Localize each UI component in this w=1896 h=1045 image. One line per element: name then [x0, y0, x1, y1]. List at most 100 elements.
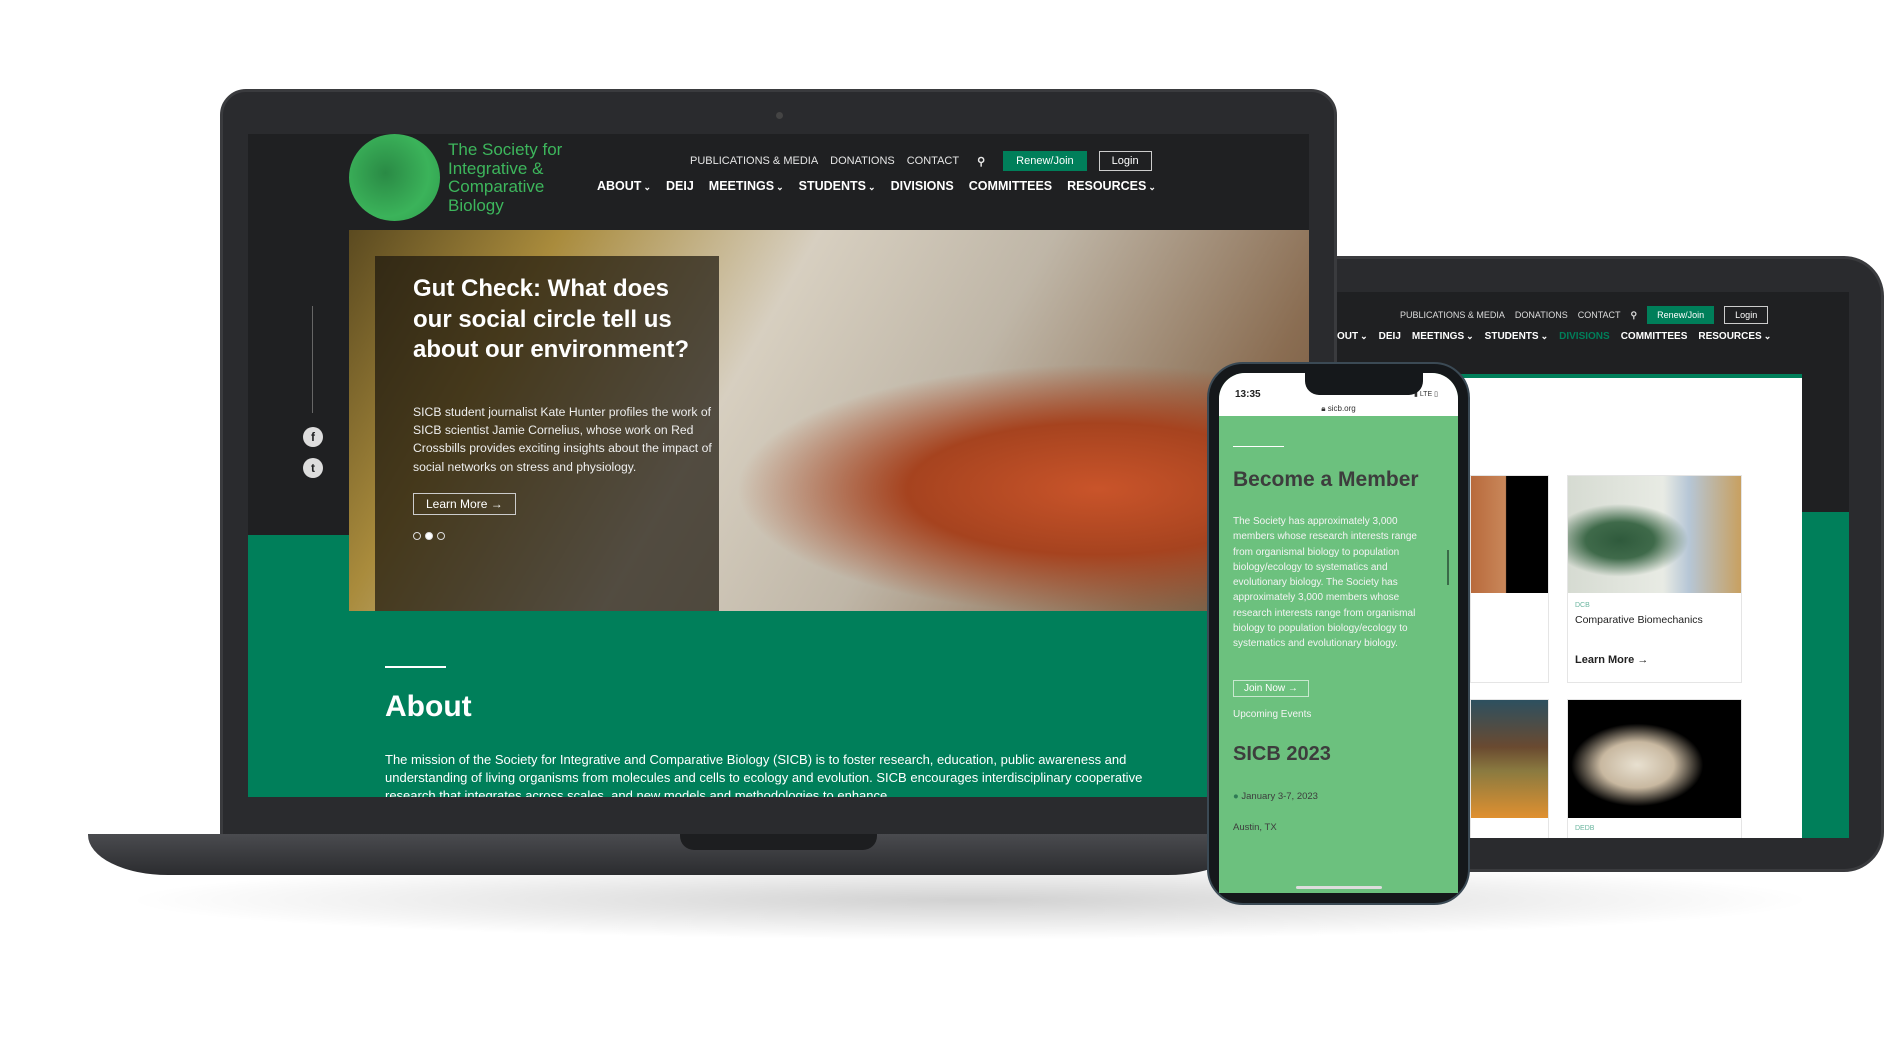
join-now-button[interactable]: Join Now →	[1233, 680, 1309, 697]
search-icon[interactable]: ⚲	[1631, 310, 1638, 321]
chevron-down-icon: ⌄	[643, 182, 651, 192]
lock-icon: 🔒︎	[1321, 404, 1326, 413]
facebook-icon[interactable]: f	[303, 427, 323, 447]
about-title: About	[385, 690, 472, 723]
search-icon[interactable]: ⚲	[977, 155, 985, 168]
social-divider	[312, 306, 313, 413]
hero-text: SICB student journalist Kate Hunter prof…	[413, 405, 712, 474]
card-tag: DCB	[1575, 602, 1590, 609]
section-rule	[385, 666, 446, 668]
nav-deij[interactable]: DEIJ	[666, 179, 694, 193]
about-text: The mission of the Society for Integrati…	[385, 752, 1143, 797]
tablet-main-nav: OUT ⌄ DEIJ MEETINGS ⌄ STUDENTS ⌄ DIVISIONS …	[1337, 331, 1771, 342]
nav-contact[interactable]: CONTACT	[1578, 310, 1621, 320]
nav-label: MEETINGS	[1411, 331, 1465, 342]
nav-label: MEETINGS	[708, 179, 775, 193]
nav-donations[interactable]: DONATIONS	[830, 155, 895, 167]
learn-more-button[interactable]: Learn More →	[413, 493, 516, 515]
laptop-screen: The Society for Integrative & Comparativ…	[248, 134, 1309, 797]
member-title: Become a Member	[1233, 468, 1419, 491]
tablet-top-nav: PUBLICATIONS & MEDIA DONATIONS CONTACT ⚲…	[1400, 306, 1769, 324]
login-button[interactable]: Login	[1098, 151, 1152, 171]
url-bar[interactable]: 🔒︎ sicb.org	[1219, 404, 1458, 414]
nav-committees[interactable]: COMMITTEES	[1621, 331, 1688, 342]
chevron-down-icon: ⌄	[868, 182, 876, 192]
arrow-right-icon: →	[490, 497, 503, 511]
nav-divisions[interactable]: DIVISIONS	[891, 179, 954, 193]
renew-join-button[interactable]: Renew/Join	[1003, 151, 1087, 171]
hero-title: Gut Check: What does our social circle t…	[413, 275, 689, 363]
carousel-dots	[413, 527, 449, 545]
division-card[interactable]: DCB Comparative Biomechanics Learn More …	[1567, 475, 1742, 683]
member-text: The Society has approximately 3,000 memb…	[1233, 516, 1417, 650]
division-card[interactable]: DEDB	[1567, 699, 1742, 838]
status-time: 13:35	[1235, 389, 1261, 400]
event-date: ● January 3-7, 2023	[1233, 791, 1318, 802]
nav-contact[interactable]: CONTACT	[907, 155, 959, 167]
nav-divisions-active[interactable]: DIVISIONS	[1559, 331, 1610, 342]
nav-publications[interactable]: PUBLICATIONS & MEDIA	[1400, 310, 1505, 320]
renew-join-button[interactable]: Renew/Join	[1647, 306, 1715, 324]
top-nav: PUBLICATIONS & MEDIA DONATIONS CONTACT ⚲…	[690, 151, 1152, 171]
url-text: sicb.org	[1327, 404, 1356, 413]
nav-deij[interactable]: DEIJ	[1379, 331, 1401, 342]
card-title: Comparative Biomechanics	[1575, 614, 1703, 626]
card-image	[1568, 700, 1741, 818]
nav-students[interactable]: STUDENTS ⌄	[1485, 331, 1548, 342]
laptop-base	[88, 834, 1248, 875]
nav-label: ABOUT	[597, 179, 642, 193]
section-rule	[1233, 446, 1284, 447]
card-image	[1471, 476, 1548, 593]
nav-committees[interactable]: COMMITTEES	[969, 179, 1052, 193]
chevron-down-icon: ⌄	[1148, 182, 1156, 192]
carousel-dot[interactable]	[413, 532, 421, 540]
nav-donations[interactable]: DONATIONS	[1515, 310, 1568, 320]
nav-students[interactable]: STUDENTS ⌄	[799, 179, 876, 193]
carousel-dot-active[interactable]	[425, 532, 433, 540]
nav-meetings[interactable]: MEETINGS ⌄	[1412, 331, 1474, 342]
nav-label: STUDENTS	[798, 179, 867, 193]
laptop-notch	[680, 834, 877, 850]
home-indicator[interactable]	[1296, 886, 1382, 889]
chevron-down-icon: ⌄	[1466, 331, 1474, 341]
button-label: Learn More	[426, 497, 488, 511]
arrow-right-icon: →	[1637, 654, 1649, 666]
chevron-down-icon: ⌄	[1763, 331, 1772, 341]
division-card[interactable]	[1470, 699, 1549, 838]
card-learn-more[interactable]: Learn More →	[1568, 626, 1741, 666]
carousel-dot[interactable]	[437, 532, 445, 540]
nav-resources[interactable]: RESOURCES ⌄	[1698, 331, 1771, 342]
sicb-logo[interactable]	[349, 134, 440, 221]
battery-icon: ▯	[1434, 391, 1438, 398]
division-card[interactable]	[1470, 475, 1549, 683]
nav-label: RESOURCES	[1698, 331, 1762, 342]
carrier-label: LTE	[1419, 391, 1433, 398]
hero-overlay: Gut Check: What does our social circle t…	[375, 256, 719, 611]
chevron-down-icon: ⌄	[1360, 331, 1368, 341]
card-image	[1471, 700, 1548, 818]
nav-about[interactable]: ABOUT ⌄	[597, 179, 651, 193]
nav-about[interactable]: OUT ⌄	[1337, 331, 1368, 342]
phone-notch	[1305, 373, 1423, 395]
chevron-down-icon: ⌄	[776, 182, 784, 192]
event-title[interactable]: SICB 2023	[1233, 743, 1331, 766]
nav-label: RESOURCES	[1067, 179, 1147, 193]
twitter-icon[interactable]: t	[303, 458, 323, 478]
nav-resources[interactable]: RESOURCES ⌄	[1067, 179, 1156, 193]
scrollbar[interactable]	[1447, 550, 1449, 585]
login-button[interactable]: Login	[1724, 306, 1769, 324]
nav-meetings[interactable]: MEETINGS ⌄	[709, 179, 784, 193]
phone-screen: 13:35 ▮ LTE ▯ 🔒︎ sicb.org Become a Membe…	[1219, 373, 1458, 893]
card-tag: DEDB	[1575, 825, 1595, 832]
nav-publications[interactable]: PUBLICATIONS & MEDIA	[690, 155, 818, 167]
arrow-right-icon: →	[1287, 683, 1298, 694]
button-label: Join Now	[1244, 683, 1286, 694]
nav-label: STUDENTS	[1484, 331, 1539, 342]
location-pin-icon: ●	[1233, 791, 1239, 802]
link-label: Learn More	[1575, 654, 1635, 666]
chevron-down-icon: ⌄	[1540, 331, 1549, 341]
logo-text[interactable]: The Society for Integrative & Comparativ…	[448, 140, 578, 215]
event-location: Austin, TX	[1233, 822, 1277, 833]
main-nav: ABOUT ⌄ DEIJ MEETINGS ⌄ STUDENTS ⌄ DIVISION…	[597, 179, 1156, 193]
date-text: January 3-7, 2023	[1241, 791, 1318, 802]
